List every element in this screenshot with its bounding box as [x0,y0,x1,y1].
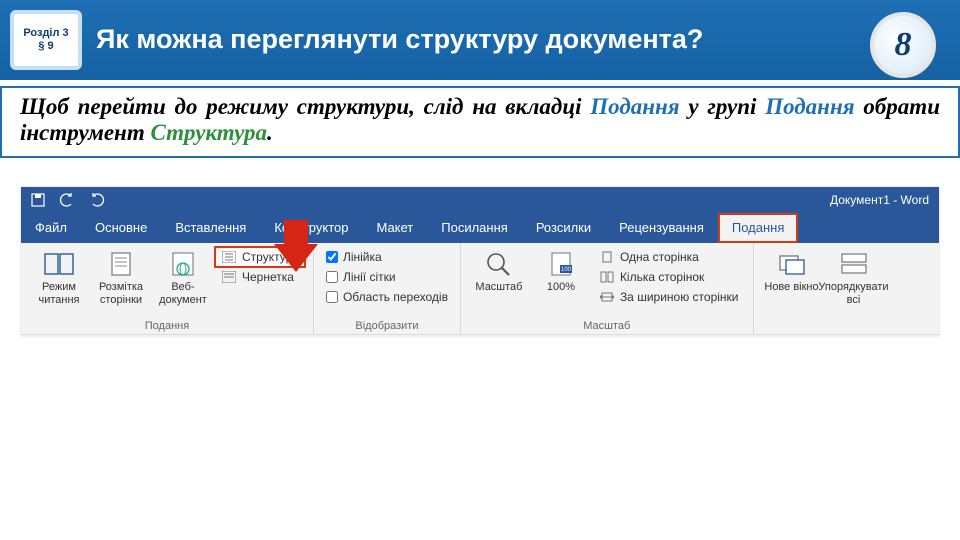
web-layout-button[interactable]: Веб-документ [155,247,211,306]
one-page-button[interactable]: Одна сторінка [595,249,743,265]
group-window: Нове вікно Упорядкувати всі [754,243,892,334]
outline-view-button[interactable]: Структура [217,249,303,265]
word-document-title: Документ1 - Word [830,193,929,207]
zoom-100-button[interactable]: 100 100% [533,247,589,294]
multi-page-icon [599,270,615,284]
group-zoom-label: Масштаб [471,318,743,332]
grade-badge: 8 [870,12,936,78]
tab-view[interactable]: Подання [718,213,799,243]
svg-text:100: 100 [561,267,572,273]
multi-page-button[interactable]: Кілька сторінок [595,269,743,285]
tab-file[interactable]: Файл [21,213,81,243]
save-icon[interactable] [31,193,45,207]
undo-icon[interactable] [59,193,75,207]
tab-insert[interactable]: Вставлення [161,213,260,243]
page-width-icon [599,290,615,304]
tab-review[interactable]: Рецензування [605,213,718,243]
group-show-label: Відобразити [324,318,450,332]
new-window-button[interactable]: Нове вікно [764,247,820,294]
globe-icon [166,249,200,279]
page-100-icon: 100 [544,249,578,279]
group-show: Лінійка Лінії сітки Область переходів Ві… [314,243,461,334]
group-views-label: Подання [31,318,303,332]
magnifier-icon [482,249,516,279]
draft-icon [221,270,237,284]
tab-mailings[interactable]: Розсилки [522,213,605,243]
page-width-button[interactable]: За шириною сторінки [595,289,743,305]
navpane-checkbox[interactable]: Область переходів [324,289,450,305]
chapter-label: Розділ 3 [23,27,68,40]
quick-access-toolbar [31,193,105,207]
tab-references[interactable]: Посилання [427,213,522,243]
ribbon-tabs: Файл Основне Вставлення Конструктор Маке… [21,213,939,243]
book-icon [42,249,76,279]
page-icon [104,249,138,279]
arrange-all-button[interactable]: Упорядкувати всі [826,247,882,306]
redo-icon[interactable] [89,193,105,207]
gridlines-checkbox[interactable]: Лінії сітки [324,269,450,285]
draft-view-button[interactable]: Чернетка [217,269,303,285]
tab-home[interactable]: Основне [81,213,161,243]
slide-title-bar: Розділ 3 § 9 Як можна переглянути структ… [0,0,960,80]
section-label: § 9 [38,40,53,53]
ribbon: Режим читання Розмітка сторінки Веб-доку… [21,243,939,335]
chapter-badge: Розділ 3 § 9 [10,10,82,70]
one-page-icon [599,250,615,264]
outline-icon [221,250,237,264]
group-zoom: Масштаб 100 100% Одна сторінка Кілька ст… [461,243,754,334]
explanation-text: Щоб перейти до режиму структури, слід на… [0,86,960,158]
word-titlebar: Документ1 - Word [21,187,939,213]
ruler-checkbox[interactable]: Лінійка [324,249,450,265]
grade-number: 8 [895,26,912,64]
print-layout-button[interactable]: Розмітка сторінки [93,247,149,306]
word-window: Документ1 - Word Файл Основне Вставлення… [20,186,940,336]
tab-design[interactable]: Конструктор [260,213,362,243]
slide-title: Як можна переглянути структуру документа… [96,24,960,55]
read-mode-button[interactable]: Режим читання [31,247,87,306]
zoom-button[interactable]: Масштаб [471,247,527,294]
arrange-icon [837,249,871,279]
tab-layout[interactable]: Макет [362,213,427,243]
new-window-icon [775,249,809,279]
group-views: Режим читання Розмітка сторінки Веб-доку… [21,243,314,334]
